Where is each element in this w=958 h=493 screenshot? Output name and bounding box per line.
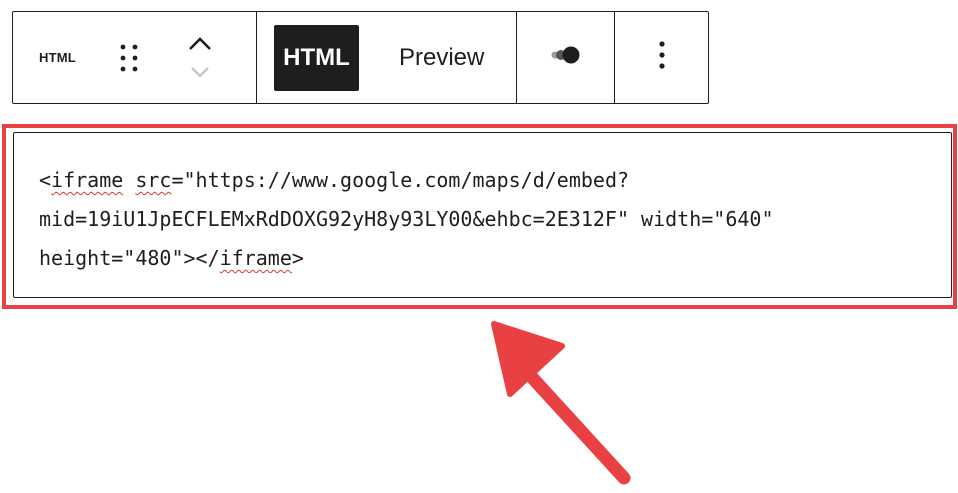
code-gt: > <box>291 246 304 270</box>
toolbar-group-tabs: HTML Preview <box>256 12 516 103</box>
block-toolbar: HTML HTML Preview <box>12 11 709 104</box>
code-lt: < <box>39 168 52 192</box>
red-arrow-icon <box>491 321 631 485</box>
chevron-up-icon[interactable] <box>185 31 215 57</box>
code-tag-close: iframe <box>219 246 292 270</box>
block-movers <box>185 31 215 85</box>
html-code-editor[interactable]: <iframe src="https://www.google.com/maps… <box>13 132 952 298</box>
code-tag-open: iframe <box>51 168 124 192</box>
more-vertical-icon[interactable] <box>657 39 667 76</box>
tab-preview[interactable]: Preview <box>399 44 484 72</box>
chevron-down-icon[interactable] <box>185 59 215 85</box>
code-attr-src: src <box>135 168 172 192</box>
html-block-icon[interactable]: HTML <box>39 50 76 65</box>
toolbar-group-block: HTML <box>13 12 256 103</box>
tab-html[interactable]: HTML <box>274 24 359 91</box>
toggle-icon[interactable] <box>546 44 586 71</box>
drag-handle-icon[interactable] <box>115 38 143 78</box>
toolbar-group-options <box>614 12 708 103</box>
toolbar-group-toggle <box>516 12 614 103</box>
